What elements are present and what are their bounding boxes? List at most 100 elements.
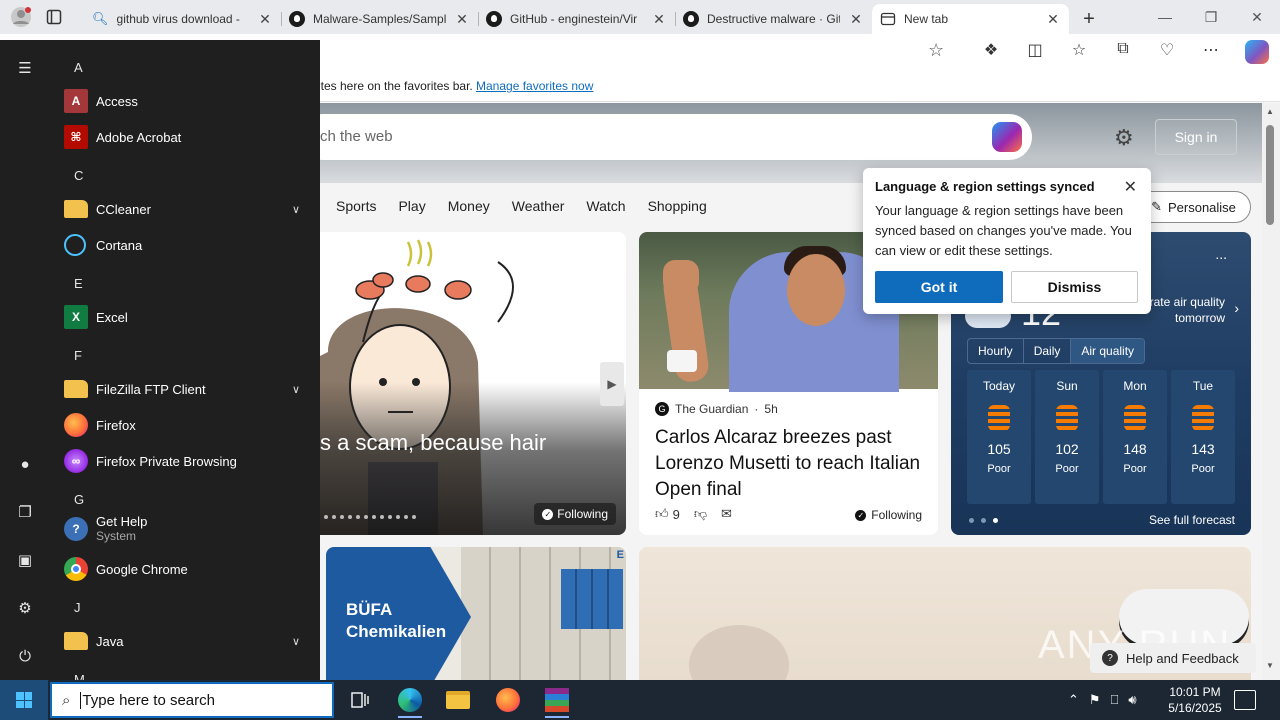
app-adobe-acrobat[interactable]: ⌘ Adobe Acrobat bbox=[50, 119, 310, 155]
restore-icon[interactable]: ❐ bbox=[1188, 0, 1234, 34]
start-button[interactable] bbox=[0, 680, 48, 720]
taskbar-edge[interactable] bbox=[390, 684, 430, 718]
close-icon[interactable]: ✕ bbox=[1124, 177, 1137, 197]
minimize-icon[interactable]: — bbox=[1142, 0, 1188, 34]
browser-tab[interactable]: GitHub - enginestein/Vir ✕ bbox=[478, 4, 675, 34]
defender-icon[interactable]: ⚑ bbox=[1089, 692, 1101, 708]
letter-header-f[interactable]: F bbox=[50, 337, 310, 373]
page-scrollbar[interactable]: ▲ ▼ bbox=[1262, 103, 1280, 680]
letter-header-c[interactable]: C bbox=[50, 157, 310, 193]
letter-header-j[interactable]: J bbox=[50, 589, 310, 625]
tab-actions-icon[interactable] bbox=[46, 9, 62, 25]
tab-close-icon[interactable]: ✕ bbox=[651, 11, 667, 28]
copilot-search-icon[interactable] bbox=[992, 122, 1022, 152]
sign-in-button[interactable]: Sign in bbox=[1155, 119, 1237, 155]
letter-header-a[interactable]: A bbox=[50, 49, 310, 85]
letter-header-e[interactable]: E bbox=[50, 265, 310, 301]
dismiss-button[interactable]: Dismiss bbox=[1011, 271, 1138, 303]
app-filezilla-folder[interactable]: FileZilla FTP Client ∨ bbox=[50, 371, 310, 407]
extensions-icon[interactable]: ❖ bbox=[980, 40, 1002, 60]
tab-air-quality[interactable]: Air quality bbox=[1071, 339, 1145, 363]
taskbar-winrar[interactable] bbox=[537, 684, 577, 718]
aq-day[interactable]: Tue 143 Poor bbox=[1171, 370, 1235, 504]
scroll-down-icon[interactable]: ▼ bbox=[1266, 661, 1274, 670]
settings-more-icon[interactable]: ⋯ bbox=[1200, 40, 1222, 60]
nav-item-money[interactable]: Money bbox=[448, 198, 490, 214]
following-indicator[interactable]: ✓ Following bbox=[855, 508, 922, 522]
ad-card[interactable]: BÜFA Chemikalien E bbox=[326, 547, 626, 680]
help-feedback-button[interactable]: ? Help and Feedback bbox=[1090, 643, 1256, 673]
web-search-box[interactable]: ch the web bbox=[300, 114, 1032, 160]
news-card-illustration[interactable]: s a scam, because hair ▶ ✓ Following bbox=[308, 232, 626, 535]
app-ccleaner-folder[interactable]: CCleaner ∨ bbox=[50, 191, 310, 227]
tab-close-icon[interactable]: ✕ bbox=[454, 11, 470, 28]
browser-tab-active[interactable]: New tab ✕ bbox=[872, 4, 1069, 34]
aq-day[interactable]: Today 105 Poor bbox=[967, 370, 1031, 504]
collections-icon[interactable]: ⧉ bbox=[1112, 40, 1134, 60]
taskbar-clock[interactable]: 10:01 PM 5/16/2025 bbox=[1160, 684, 1230, 716]
favorites-icon[interactable]: ☆ bbox=[1068, 40, 1090, 60]
nav-item-play[interactable]: Play bbox=[398, 198, 425, 214]
nav-item-weather[interactable]: Weather bbox=[512, 198, 565, 214]
tab-hourly[interactable]: Hourly bbox=[968, 339, 1024, 363]
pictures-icon[interactable]: ▣ bbox=[14, 549, 36, 571]
tab-close-icon[interactable]: ✕ bbox=[848, 11, 864, 28]
see-full-forecast-link[interactable]: See full forecast bbox=[1149, 513, 1235, 527]
browser-essentials-icon[interactable]: ♡ bbox=[1156, 40, 1178, 60]
taskbar-file-explorer[interactable] bbox=[438, 684, 478, 716]
app-firefox-private[interactable]: ∞ Firefox Private Browsing bbox=[50, 443, 310, 479]
app-google-chrome[interactable]: Google Chrome bbox=[50, 551, 310, 587]
app-excel[interactable]: X Excel bbox=[50, 299, 310, 335]
app-cortana[interactable]: Cortana bbox=[50, 227, 310, 263]
profile-icon[interactable] bbox=[10, 6, 32, 28]
hamburger-menu-icon[interactable]: ☰ bbox=[14, 57, 36, 79]
browser-tab[interactable]: Destructive malware · Git ✕ bbox=[675, 4, 872, 34]
close-window-icon[interactable]: ✕ bbox=[1234, 0, 1280, 34]
volume-icon[interactable]: 🔊︎ bbox=[1128, 692, 1136, 708]
task-view-button[interactable] bbox=[340, 684, 380, 716]
scroll-up-icon[interactable]: ▲ bbox=[1266, 107, 1274, 116]
tab-daily[interactable]: Daily bbox=[1024, 339, 1072, 363]
settings-gear-icon[interactable]: ⚙︎ bbox=[14, 597, 36, 619]
power-icon[interactable]: ⏻︎ bbox=[14, 645, 36, 667]
comments-off-icon[interactable]: ✉︎ bbox=[721, 506, 732, 522]
letter-header-m[interactable]: M bbox=[50, 661, 310, 681]
tab-close-icon[interactable]: ✕ bbox=[1045, 11, 1061, 28]
nav-item-shopping[interactable]: Shopping bbox=[648, 198, 707, 214]
nav-item-watch[interactable]: Watch bbox=[586, 198, 625, 214]
tab-close-icon[interactable]: ✕ bbox=[257, 11, 273, 28]
personalise-button[interactable]: ✎ Personalise bbox=[1136, 191, 1251, 223]
chevron-right-icon[interactable]: › bbox=[1234, 300, 1239, 316]
favorite-star-icon[interactable]: ☆ bbox=[928, 40, 944, 61]
notifications-icon[interactable] bbox=[1234, 690, 1256, 710]
documents-icon[interactable]: ❐ bbox=[14, 501, 36, 523]
aq-day[interactable]: Mon 148 Poor bbox=[1103, 370, 1167, 504]
following-badge[interactable]: ✓ Following bbox=[534, 503, 616, 525]
page-settings-gear-icon[interactable]: ⚙︎ bbox=[1114, 125, 1134, 151]
app-get-help[interactable]: ? Get Help System bbox=[50, 507, 310, 553]
app-access[interactable]: A Access bbox=[50, 83, 310, 119]
got-it-button[interactable]: Got it bbox=[875, 271, 1003, 303]
scrollbar-thumb[interactable] bbox=[1266, 125, 1274, 225]
aq-day[interactable]: Sun 102 Poor bbox=[1035, 370, 1099, 504]
article-title[interactable]: Carlos Alcaraz breezes past Lorenzo Muse… bbox=[655, 425, 925, 503]
user-account-icon[interactable]: ● bbox=[14, 453, 36, 475]
like-icon[interactable]: 👍︎ bbox=[655, 506, 669, 522]
show-hidden-icons-icon[interactable]: ⌃ bbox=[1068, 692, 1079, 708]
manage-favorites-link[interactable]: Manage favorites now bbox=[476, 79, 593, 93]
card-headline[interactable]: s a scam, because hair bbox=[320, 430, 546, 456]
dislike-icon[interactable]: 👎︎ bbox=[694, 506, 707, 522]
carousel-next-button[interactable]: ▶ bbox=[600, 362, 624, 406]
taskbar-firefox[interactable] bbox=[488, 684, 528, 716]
split-screen-icon[interactable]: ◫ bbox=[1024, 40, 1046, 60]
app-java-folder[interactable]: Java ∨ bbox=[50, 623, 310, 659]
copilot-icon[interactable] bbox=[1245, 40, 1269, 64]
nav-item-sports[interactable]: Sports bbox=[336, 198, 376, 214]
taskbar-search-box[interactable]: ⌕ Type here to search bbox=[50, 682, 334, 718]
address-bar-input[interactable] bbox=[320, 36, 960, 66]
browser-tab[interactable]: 🔍︎ github virus download - ✕ bbox=[84, 4, 281, 34]
browser-tab[interactable]: Malware-Samples/Sampl ✕ bbox=[281, 4, 478, 34]
new-tab-button[interactable]: + bbox=[1069, 4, 1109, 34]
network-icon[interactable]: ⎕ bbox=[1111, 692, 1119, 708]
more-options-icon[interactable]: ... bbox=[1215, 246, 1227, 262]
